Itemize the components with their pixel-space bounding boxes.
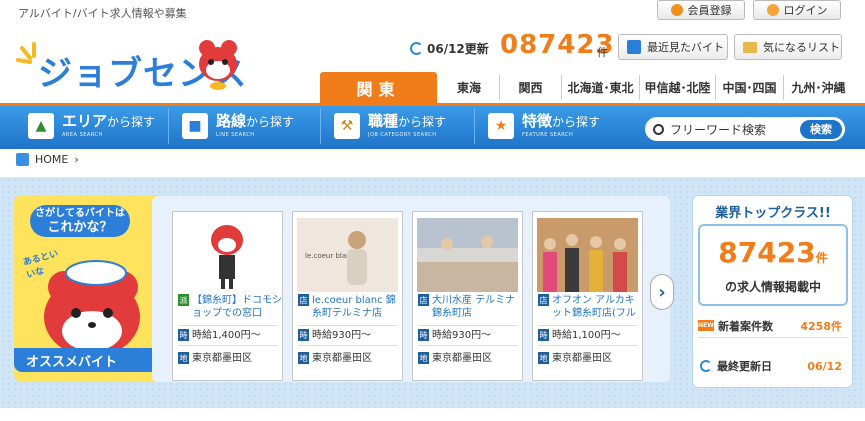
- divider: [418, 345, 518, 346]
- tab-kyushu-okinawa[interactable]: 九州･沖縄: [783, 75, 853, 100]
- star-icon: ★: [488, 113, 514, 139]
- job-area: 東京都墨田区: [312, 353, 372, 364]
- chevron-right-icon: ›: [658, 281, 666, 303]
- job-image: [417, 218, 518, 292]
- divider: [418, 325, 518, 326]
- divider: [178, 345, 278, 346]
- job-wage: 時給930円～: [432, 330, 492, 341]
- last-updated-row: 最終更新日 06/12: [698, 354, 848, 378]
- staff-group-photo: [543, 234, 627, 292]
- nav-area-search[interactable]: ▲ エリアから探す AREA SEARCH: [28, 110, 155, 142]
- divider: [298, 325, 398, 326]
- wage-badge: 時: [178, 329, 189, 341]
- map-icon: ▲: [28, 113, 54, 139]
- register-label: 会員登録: [687, 4, 732, 17]
- job-image: [177, 218, 278, 292]
- sync-icon: [410, 42, 423, 55]
- arrow-icon: [766, 4, 779, 16]
- site-tagline: アルバイト/バイト求人情報や募集: [18, 7, 187, 20]
- job-area: 東京都墨田区: [552, 353, 612, 364]
- shop-photo: [417, 218, 518, 292]
- train-icon: ■: [182, 113, 208, 139]
- stats-count-caption: の求人情報掲載中: [724, 280, 821, 294]
- tab-tokai[interactable]: 東海: [439, 75, 499, 100]
- job-card[interactable]: 店オフオン アルカキット錦糸町店(フル 時時給1,100円～ 地東京都墨田区: [532, 211, 643, 381]
- tab-kanto[interactable]: 関東: [320, 72, 437, 103]
- job-title[interactable]: 【錦糸町】ドコモショップでの窓口: [192, 294, 282, 320]
- login-button[interactable]: ログイン: [753, 0, 841, 20]
- recommend-banner: オススメバイト: [14, 348, 176, 372]
- job-wage: 時給1,400円～: [192, 330, 261, 341]
- nav-line-search[interactable]: ■ 路線から探す LINE SEARCH: [182, 110, 294, 142]
- shop-badge: 店: [538, 294, 549, 306]
- job-image: le.coeur blanc: [297, 218, 398, 292]
- job-card[interactable]: 派【錦糸町】ドコモショップでの窓口 時時給1,400円～ 地東京都墨田区: [172, 211, 283, 381]
- search-icon: [653, 123, 664, 135]
- area-badge: 地: [418, 352, 429, 364]
- job-wage: 時給1,100円～: [552, 330, 621, 341]
- new-jobs-row: NEW 新着案件数 4258件: [698, 314, 848, 338]
- breadcrumb-home[interactable]: HOME: [35, 153, 68, 166]
- nav-divider: [474, 108, 475, 144]
- divider: [538, 345, 638, 346]
- promo-bubble: さがしてるバイトは これかな？: [30, 205, 130, 237]
- wage-badge: 時: [298, 329, 309, 341]
- job-card[interactable]: 店大川水産 テルミナ錦糸町店 時時給930円～ 地東京都墨田区: [412, 211, 523, 381]
- tab-koshinetsu-hokuriku[interactable]: 甲信越･北陸: [639, 75, 715, 100]
- register-button[interactable]: 会員登録: [657, 0, 745, 20]
- wage-badge: 時: [418, 329, 429, 341]
- search-input[interactable]: フリーワード検索: [670, 121, 800, 138]
- hammer-icon: ⚒: [334, 113, 360, 139]
- carousel-next-button[interactable]: ›: [650, 274, 674, 310]
- job-area: 東京都墨田区: [432, 353, 492, 364]
- search-button[interactable]: 検索: [800, 119, 842, 139]
- job-title[interactable]: 大川水産 テルミナ錦糸町店: [432, 294, 522, 320]
- home-icon: [16, 153, 29, 166]
- folder-icon: [743, 41, 757, 53]
- nav-divider: [320, 108, 321, 144]
- divider: [178, 325, 278, 326]
- divider: [538, 325, 638, 326]
- user-icon: [670, 4, 683, 16]
- nav-job-category-search[interactable]: ⚒ 職種から探す JOB CATEGORY SEARCH: [334, 110, 446, 142]
- job-area: 東京都墨田区: [192, 353, 252, 364]
- last-updated-value: 06/12: [807, 359, 842, 373]
- dispatch-badge: 派: [178, 294, 189, 306]
- mascot-logo-icon: [199, 40, 237, 90]
- tab-kansai[interactable]: 関西: [499, 75, 561, 100]
- job-title[interactable]: オフオン アルカキット錦糸町店(フル: [552, 294, 642, 320]
- tab-chugoku-shikoku[interactable]: 中国･四国: [715, 75, 783, 100]
- nav-feature-search[interactable]: ★ 特徴から探す FEATURE SEARCH: [488, 110, 600, 142]
- nav-divider: [168, 108, 169, 144]
- person-photo: [347, 231, 367, 285]
- shop-badge: 店: [298, 294, 309, 306]
- login-label: ログイン: [783, 4, 828, 17]
- new-badge: NEW: [698, 320, 714, 331]
- job-image: [537, 218, 638, 292]
- job-wage: 時給930円～: [312, 330, 372, 341]
- breadcrumb: HOME ›: [16, 153, 79, 166]
- chevron-right-icon: ›: [74, 153, 79, 166]
- divider: [298, 345, 398, 346]
- shop-badge: 店: [418, 294, 429, 306]
- freeword-search: フリーワード検索 検索: [645, 117, 845, 141]
- stats-count: 87423件: [718, 236, 828, 269]
- job-count-unit: 件: [597, 46, 608, 59]
- job-title[interactable]: le.coeur blanc 錦糸町テルミナ店: [312, 294, 402, 320]
- stats-headline: 業界トップクラス!!: [715, 206, 831, 221]
- job-card[interactable]: le.coeur blanc 店 le.coeur blanc 錦糸町テルミナ店 …: [292, 211, 403, 381]
- new-jobs-count: 4258件: [800, 319, 842, 333]
- sync-icon: [700, 360, 712, 372]
- area-badge: 地: [538, 352, 549, 364]
- person-icon: [627, 40, 641, 54]
- area-badge: 地: [178, 352, 189, 364]
- favorite-list-button[interactable]: 気になるリスト: [734, 34, 842, 60]
- update-date: 06/12更新: [410, 40, 489, 57]
- recent-jobs-button[interactable]: 最近見たバイト: [618, 34, 728, 60]
- area-badge: 地: [298, 352, 309, 364]
- tab-hokkaido-tohoku[interactable]: 北海道･東北: [561, 75, 639, 100]
- mascot-staff-illustration: [211, 225, 243, 289]
- wage-badge: 時: [538, 329, 549, 341]
